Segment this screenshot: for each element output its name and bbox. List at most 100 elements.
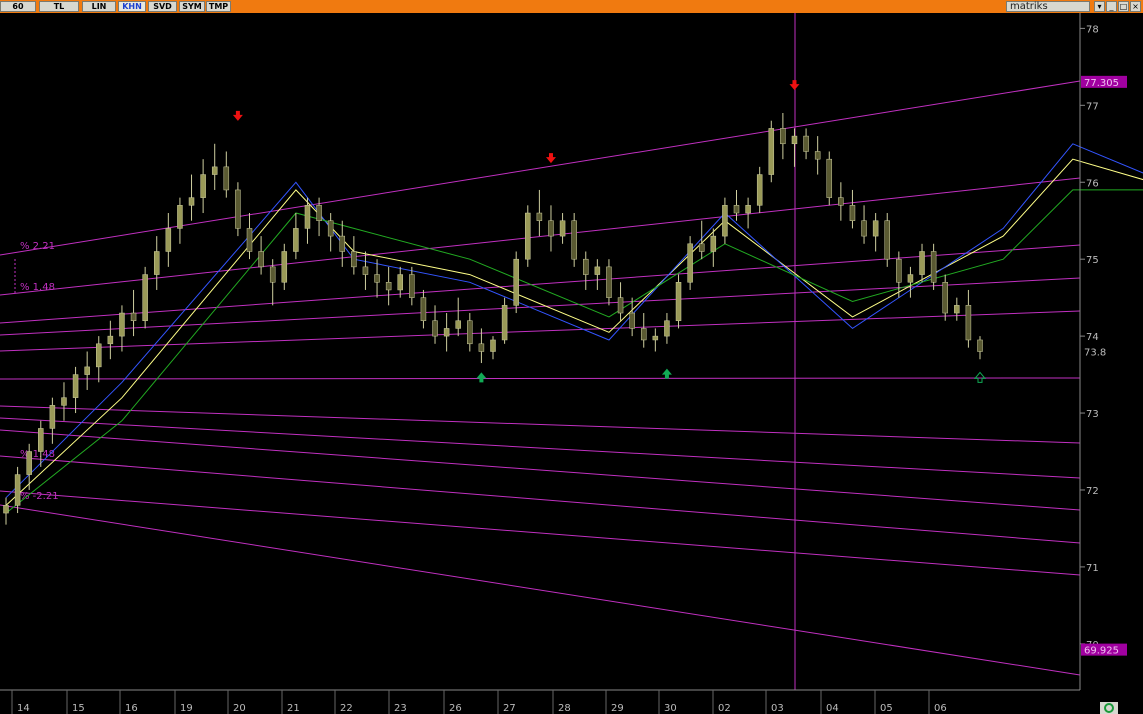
candle (571, 220, 577, 260)
sym-button[interactable]: SYM (179, 1, 205, 12)
x-tick-label: 14 (17, 703, 30, 714)
candle (130, 312, 137, 321)
arrow-down-icon[interactable]: ▾ (1094, 1, 1105, 12)
fib-label: % 1.48 (20, 282, 55, 293)
y-tick-label: 72 (1086, 486, 1099, 497)
candle (652, 335, 659, 341)
candle (38, 428, 44, 452)
sell-arrow-icon (232, 110, 243, 121)
brand-logo: matriks (1006, 1, 1090, 12)
trend-line (0, 377, 1081, 380)
price-tag-label: 69.925 (1084, 646, 1119, 657)
candle (780, 128, 786, 145)
y-tick-label: 78 (1086, 24, 1099, 35)
candle (467, 320, 473, 345)
candle (72, 374, 79, 398)
candle (965, 305, 972, 341)
period-60-button[interactable]: 60 (0, 1, 36, 12)
minimize-icon[interactable]: _ (1106, 1, 1117, 12)
x-tick-label: 06 (934, 703, 947, 714)
x-tick-label: 03 (771, 703, 784, 714)
x-tick-label: 05 (880, 703, 893, 714)
candle (930, 251, 937, 283)
trend-line (0, 177, 1081, 296)
candle (733, 205, 740, 214)
moving-average-line (5, 143, 1143, 499)
candle (977, 339, 983, 352)
sell-arrow-icon (545, 153, 556, 164)
trend-line (0, 80, 1081, 256)
candle (211, 166, 218, 175)
price-chart[interactable]: % 2.21% 1.48% 1.48% -2.21707172737475767… (0, 13, 1143, 714)
trend-line (0, 504, 1081, 676)
candle (756, 174, 763, 206)
chart-toolbar: 60 TL LIN KHN SVD SYM TMP matriks ▾ _ □ … (0, 0, 1143, 13)
candle (606, 266, 612, 298)
candle (548, 220, 554, 237)
trend-line (0, 310, 1081, 352)
candle (536, 212, 543, 221)
sell-arrow-icon (789, 80, 800, 91)
candle (327, 220, 334, 237)
maximize-icon[interactable]: □ (1118, 1, 1129, 12)
candle (710, 235, 717, 252)
candle (316, 205, 322, 221)
candle (281, 251, 288, 283)
close-icon[interactable]: × (1130, 1, 1141, 12)
candle (443, 328, 450, 337)
y-tick-label: 77 (1086, 101, 1099, 112)
candle (235, 189, 241, 229)
candle (339, 235, 346, 252)
candle (884, 220, 890, 260)
y-tick-label: 75 (1086, 255, 1099, 266)
x-tick-label: 04 (826, 703, 839, 714)
candle (768, 128, 775, 175)
x-tick-label: 21 (287, 703, 300, 714)
candle (432, 320, 438, 337)
candle (3, 505, 9, 514)
trend-line (0, 429, 1081, 511)
candle (814, 151, 821, 160)
candle (153, 251, 160, 275)
candle (687, 243, 693, 283)
tl-button[interactable]: TL (39, 1, 79, 12)
moving-average-line (5, 158, 1143, 506)
candle (490, 339, 496, 352)
y-tick-label: 71 (1086, 563, 1099, 574)
tmp-button[interactable]: TMP (206, 1, 231, 12)
x-tick-label: 30 (664, 703, 677, 714)
candle (14, 474, 21, 506)
buy-arrow-icon (661, 368, 672, 379)
x-tick-label: 15 (72, 703, 85, 714)
candle (942, 282, 948, 314)
candle (478, 343, 485, 352)
candle (374, 274, 380, 283)
candle (826, 158, 833, 198)
candle (675, 282, 682, 321)
candle (258, 251, 264, 268)
x-tick-label: 23 (394, 703, 407, 714)
y-tick-label: 74 (1086, 332, 1099, 343)
lin-button[interactable]: LIN (82, 1, 116, 12)
svd-button[interactable]: SVD (148, 1, 177, 12)
x-tick-label: 29 (611, 703, 624, 714)
y-tick-label: 73 (1086, 409, 1099, 420)
candle (513, 258, 519, 306)
candle (96, 343, 102, 368)
buy-arrow-icon (476, 372, 487, 383)
x-tick-label: 02 (718, 703, 731, 714)
candle (559, 220, 566, 237)
trend-line (0, 490, 1081, 576)
candle (223, 166, 230, 191)
candle (269, 266, 276, 283)
candle (455, 320, 461, 329)
candle (26, 451, 32, 475)
price-tag-label: 73.8 (1084, 348, 1106, 359)
candle (293, 228, 299, 252)
khn-button[interactable]: KHN (118, 1, 146, 12)
candle (362, 266, 369, 275)
fib-label: % -2.21 (20, 491, 59, 502)
candle (501, 305, 508, 341)
candle (838, 197, 844, 206)
candle (409, 274, 415, 298)
